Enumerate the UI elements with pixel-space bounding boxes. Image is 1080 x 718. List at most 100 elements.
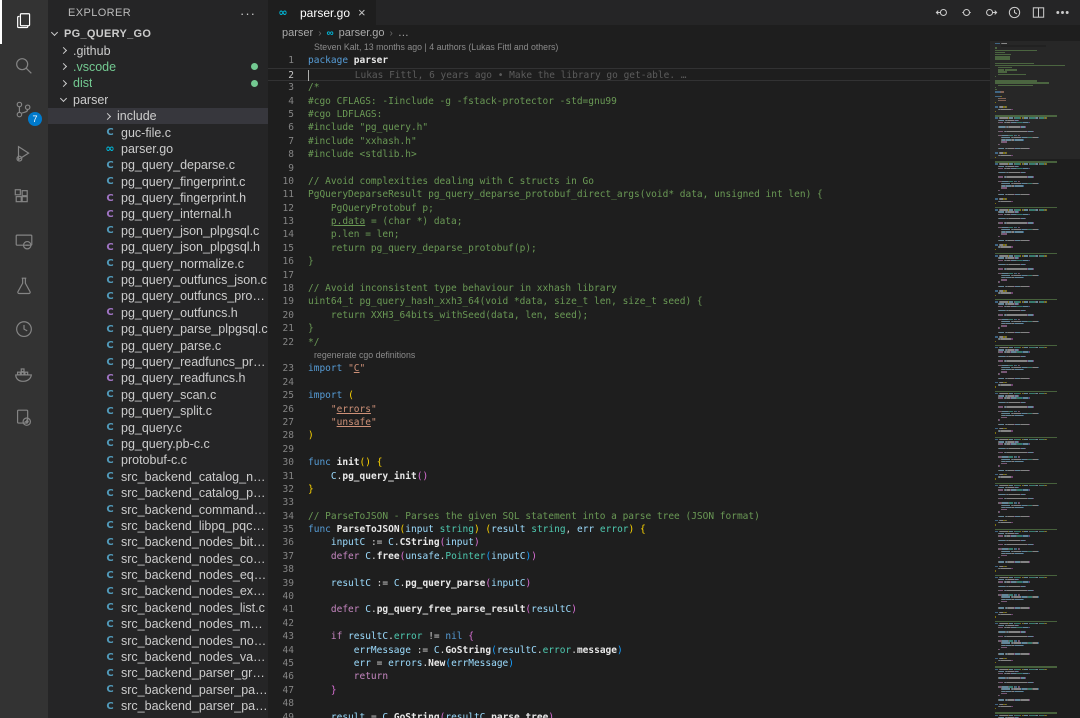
tree-file-src-backend-nodes-value-c[interactable]: Csrc_backend_nodes_value.c xyxy=(48,649,268,665)
tree-file-pg-query-parse-c[interactable]: Cpg_query_parse.c xyxy=(48,337,268,353)
tree-file-pg-query-split-c[interactable]: Cpg_query_split.c xyxy=(48,403,268,419)
code-line-35[interactable]: 35func ParseToJSON(input string) (result… xyxy=(268,523,990,536)
tree-file-pg-query-outfuncs-json-c[interactable]: Cpg_query_outfuncs_json.c xyxy=(48,272,268,288)
tree-folder--vscode[interactable]: .vscode xyxy=(48,59,268,75)
code-line-37[interactable]: 37 defer C.free(unsafe.Pointer(inputC)) xyxy=(268,550,990,563)
codelens[interactable]: Steven Kalt, 13 months ago | 4 authors (… xyxy=(268,41,990,54)
code-line-47[interactable]: 47 } xyxy=(268,684,990,697)
code-editor[interactable]: Steven Kalt, 13 months ago | 4 authors (… xyxy=(268,41,990,718)
tree-folder--github[interactable]: .github xyxy=(48,42,268,58)
code-line-19[interactable]: 19uint64_t pg_query_hash_xxh3_64(void *d… xyxy=(268,295,990,308)
code-line-2[interactable]: 2 Lukas Fittl, 6 years ago • Make the li… xyxy=(268,68,990,81)
code-line-30[interactable]: 30func init() { xyxy=(268,456,990,469)
tree-file-pg-query-json-plpgsql-h[interactable]: Cpg_query_json_plpgsql.h xyxy=(48,239,268,255)
tree-file-src-backend-nodes-bitmapset-c[interactable]: Csrc_backend_nodes_bitmapset.c xyxy=(48,534,268,550)
tree-file-pg-query-pb-c-c[interactable]: Cpg_query.pb-c.c xyxy=(48,436,268,452)
code-line-20[interactable]: 20 return XXH3_64bits_withSeed(data, len… xyxy=(268,309,990,322)
run-and-debug-icon[interactable] xyxy=(0,132,48,176)
code-line-14[interactable]: 14 p.len = len; xyxy=(268,228,990,241)
code-line-26[interactable]: 26 "errors" xyxy=(268,403,990,416)
docker-icon[interactable] xyxy=(0,352,48,396)
code-line-16[interactable]: 16} xyxy=(268,255,990,268)
tree-file-pg-query-internal-h[interactable]: Cpg_query_internal.h xyxy=(48,206,268,222)
code-line-6[interactable]: 6#include "pg_query.h" xyxy=(268,121,990,134)
tree-file-pg-query-c[interactable]: Cpg_query.c xyxy=(48,419,268,435)
code-line-24[interactable]: 24 xyxy=(268,376,990,389)
code-line-38[interactable]: 38 xyxy=(268,563,990,576)
file-history-icon[interactable] xyxy=(1004,3,1024,23)
code-line-22[interactable]: 22*/ xyxy=(268,336,990,349)
code-line-44[interactable]: 44 errMessage := C.GoString(resultC.erro… xyxy=(268,644,990,657)
tree-file-pg-query-fingerprint-c[interactable]: Cpg_query_fingerprint.c xyxy=(48,174,268,190)
tree-file-pg-query-outfuncs-h[interactable]: Cpg_query_outfuncs.h xyxy=(48,305,268,321)
tab-parser-go[interactable]: ∞ parser.go × xyxy=(268,0,376,25)
code-line-33[interactable]: 33 xyxy=(268,496,990,509)
code-line-7[interactable]: 7#include "xxhash.h" xyxy=(268,135,990,148)
tree-folder-pg-query-go[interactable]: PG_QUERY_GO xyxy=(48,26,268,42)
code-line-17[interactable]: 17 xyxy=(268,269,990,282)
tree-folder-dist[interactable]: dist xyxy=(48,75,268,91)
code-line-48[interactable]: 48 xyxy=(268,697,990,710)
breadcrumb-item[interactable]: … xyxy=(398,27,409,39)
tree-file-src-backend-parser-parser-c[interactable]: Csrc_backend_parser_parser.c xyxy=(48,698,268,714)
code-line-12[interactable]: 12 PgQueryProtobuf p; xyxy=(268,202,990,215)
code-line-21[interactable]: 21} xyxy=(268,322,990,335)
tree-file-parser-go[interactable]: ∞parser.go xyxy=(48,141,268,157)
code-line-3[interactable]: 3/* xyxy=(268,81,990,94)
tree-file-src-backend-nodes-equalfuncs-c[interactable]: Csrc_backend_nodes_equalfuncs.c xyxy=(48,567,268,583)
tree-file-pg-query-normalize-c[interactable]: Cpg_query_normalize.c xyxy=(48,255,268,271)
tree-file-src-backend-catalog-namespace-c[interactable]: Csrc_backend_catalog_namespace.c xyxy=(48,469,268,485)
breadcrumb-item[interactable]: parser.go xyxy=(339,27,385,39)
open-changes-icon[interactable] xyxy=(956,3,976,23)
code-line-13[interactable]: 13 p.data = (char *) data; xyxy=(268,215,990,228)
code-line-32[interactable]: 32} xyxy=(268,483,990,496)
tree-file-protobuf-c-c[interactable]: Cprotobuf-c.c xyxy=(48,452,268,468)
code-line-41[interactable]: 41 defer C.pg_query_free_parse_result(re… xyxy=(268,603,990,616)
code-line-1[interactable]: 1package parser xyxy=(268,54,990,67)
tree-file-pg-query-outfuncs-protobuf-c[interactable]: Cpg_query_outfuncs_protobuf.c xyxy=(48,288,268,304)
code-line-34[interactable]: 34// ParseToJSON - Parses the given SQL … xyxy=(268,510,990,523)
sidebar-more-actions-icon[interactable]: ··· xyxy=(240,6,256,21)
code-line-4[interactable]: 4#cgo CFLAGS: -Iinclude -g -fstack-prote… xyxy=(268,95,990,108)
code-line-39[interactable]: 39 resultC := C.pg_query_parse(inputC) xyxy=(268,577,990,590)
tree-file-pg-query-readfuncs-h[interactable]: Cpg_query_readfuncs.h xyxy=(48,370,268,386)
code-line-31[interactable]: 31 C.pg_query_init() xyxy=(268,470,990,483)
tree-file-guc-file-c[interactable]: Cguc-file.c xyxy=(48,124,268,140)
tree-file-src-backend-nodes-copyfuncs-c[interactable]: Csrc_backend_nodes_copyfuncs.c xyxy=(48,551,268,567)
tree-file-src-backend-nodes-makefuncs-c[interactable]: Csrc_backend_nodes_makefuncs.c xyxy=(48,616,268,632)
more-actions-icon[interactable] xyxy=(1052,3,1072,23)
gitlens-inspect-icon[interactable] xyxy=(0,396,48,440)
testing-icon[interactable] xyxy=(0,264,48,308)
code-line-8[interactable]: 8#include <stdlib.h> xyxy=(268,148,990,161)
code-line-15[interactable]: 15 return pg_query_deparse_protobuf(p); xyxy=(268,242,990,255)
tree-file-src-backend-nodes-nodefuncs-c[interactable]: Csrc_backend_nodes_nodeFuncs.c xyxy=(48,632,268,648)
minimap[interactable] xyxy=(990,41,1080,718)
code-line-40[interactable]: 40 xyxy=(268,590,990,603)
tree-file-pg-query-fingerprint-h[interactable]: Cpg_query_fingerprint.h xyxy=(48,190,268,206)
code-line-36[interactable]: 36 inputC := C.CString(input) xyxy=(268,536,990,549)
previous-change-icon[interactable] xyxy=(932,3,952,23)
tree-file-src-backend-parser-gram-c[interactable]: Csrc_backend_parser_gram.c xyxy=(48,665,268,681)
code-line-49[interactable]: 49 result = C.GoString(resultC.parse_tre… xyxy=(268,711,990,718)
tree-file-pg-query-readfuncs-protobuf-c[interactable]: Cpg_query_readfuncs_protobuf.c xyxy=(48,354,268,370)
tree-file-pg-query-scan-c[interactable]: Cpg_query_scan.c xyxy=(48,387,268,403)
tree-file-src-backend-parser-parse-expr-c[interactable]: Csrc_backend_parser_parse_expr.c xyxy=(48,682,268,698)
tree-folder-include[interactable]: include xyxy=(48,108,268,124)
codelens[interactable]: regenerate cgo definitions xyxy=(268,349,990,362)
tree-file-pg-query-json-plpgsql-c[interactable]: Cpg_query_json_plpgsql.c xyxy=(48,223,268,239)
tree-file-src-backend-nodes-extensible-c[interactable]: Csrc_backend_nodes_extensible.c xyxy=(48,583,268,599)
tree-file-pg-query-parse-plpgsql-c[interactable]: Cpg_query_parse_plpgsql.c xyxy=(48,321,268,337)
remote-explorer-icon[interactable] xyxy=(0,220,48,264)
code-line-28[interactable]: 28) xyxy=(268,429,990,442)
code-line-23[interactable]: 23import "C" xyxy=(268,362,990,375)
tree-file-pg-query-deparse-c[interactable]: Cpg_query_deparse.c xyxy=(48,157,268,173)
code-line-29[interactable]: 29 xyxy=(268,443,990,456)
tree-file-src-backend-commands-define-c[interactable]: Csrc_backend_commands_define.c xyxy=(48,501,268,517)
next-change-icon[interactable] xyxy=(980,3,1000,23)
tab-close-icon[interactable]: × xyxy=(356,5,368,20)
tree-file-src-backend-catalog-pg-proc-c[interactable]: Csrc_backend_catalog_pg_proc.c xyxy=(48,485,268,501)
code-line-10[interactable]: 10// Avoid complexities dealing with C s… xyxy=(268,175,990,188)
breadcrumb-item[interactable]: parser xyxy=(282,27,313,39)
source-control-icon[interactable]: 7 xyxy=(0,88,48,132)
extensions-icon[interactable] xyxy=(0,176,48,220)
